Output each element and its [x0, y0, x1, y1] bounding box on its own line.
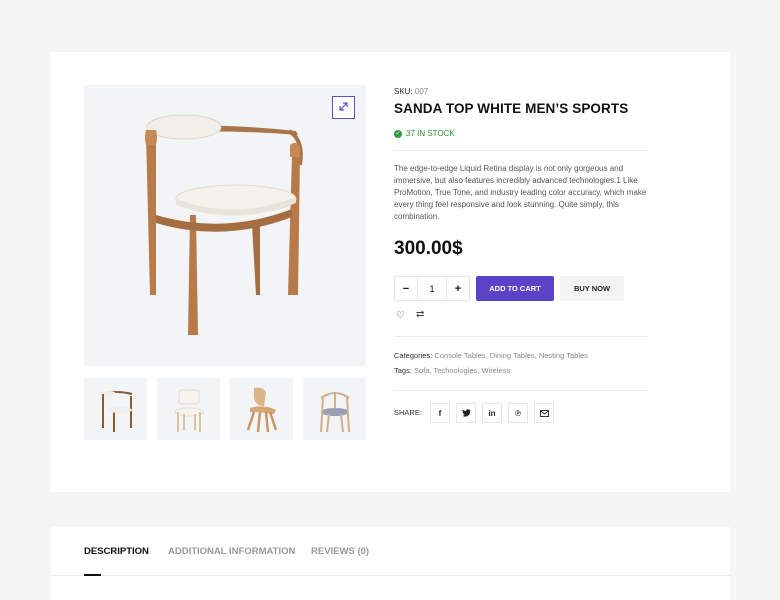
thumbnail-4[interactable]	[303, 378, 366, 440]
thumbnail-2[interactable]	[157, 378, 220, 440]
tab-reviews[interactable]: REVIEWS (0)	[311, 546, 369, 557]
compare-icon[interactable]: ⇄	[416, 309, 424, 320]
chair-thumb-white	[174, 389, 203, 432]
wishlist-icon[interactable]: ♡	[396, 310, 405, 321]
active-tab-indicator	[84, 574, 101, 576]
divider	[394, 390, 648, 391]
categories-row: Categories: Console Tables, Dining Table…	[394, 351, 588, 360]
sku-label: SKU:	[394, 87, 413, 96]
tabs-divider	[51, 575, 730, 576]
email-icon[interactable]	[534, 403, 554, 423]
tag-link[interactable]: Technologies	[434, 366, 478, 375]
chair-image	[145, 114, 303, 335]
chair-thumb-wishbone	[319, 392, 350, 433]
thumbnail-1[interactable]	[84, 378, 147, 440]
product-price: 300.00$	[394, 238, 463, 259]
thumbnail-3[interactable]	[230, 378, 293, 440]
facebook-icon[interactable]: f	[430, 403, 450, 423]
product-description: The edge-to-edge Liquid Retina display i…	[394, 164, 647, 221]
sku: SKU: 007	[394, 87, 428, 96]
tags-row: Tags: Sofa, Technologies, Wireless	[394, 366, 511, 375]
add-to-cart-button[interactable]: ADD TO CART	[476, 276, 554, 301]
category-link[interactable]: Dining Tables	[490, 351, 535, 360]
main-product-image[interactable]	[84, 85, 366, 366]
pinterest-icon[interactable]: ℗	[508, 403, 528, 423]
divider	[394, 150, 648, 151]
expand-icon	[338, 99, 349, 117]
tag-link[interactable]: Sofa	[414, 366, 429, 375]
stock-text: 37 IN STOCK	[406, 129, 455, 138]
tab-description[interactable]: DESCRIPTION	[84, 546, 149, 557]
quantity-increase-button[interactable]: +	[447, 277, 469, 300]
category-link[interactable]: Console Tables	[434, 351, 485, 360]
quantity-decrease-button[interactable]: −	[395, 277, 417, 300]
stock-status: ✓ 37 IN STOCK	[394, 129, 455, 138]
tabs-panel	[51, 527, 730, 600]
category-link[interactable]: Nesting Tables	[539, 351, 588, 360]
categories-label: Categories:	[394, 351, 433, 360]
check-circle-icon: ✓	[394, 129, 402, 138]
buy-now-button[interactable]: BUY NOW	[560, 276, 624, 301]
tags-label: Tags:	[394, 366, 412, 375]
chair-thumb-plywood	[246, 387, 277, 433]
chair-thumb-brown	[101, 391, 132, 432]
share-buttons: f in ℗	[430, 403, 554, 423]
divider	[394, 336, 648, 337]
share-label: SHARE:	[394, 408, 422, 417]
quantity-stepper: − 1 +	[394, 276, 470, 301]
product-title: SANDA TOP WHITE MEN’S SPORTS	[394, 101, 629, 116]
thumbnail-strip	[84, 378, 366, 440]
sku-value: 007	[414, 87, 429, 96]
tag-link[interactable]: Wireless	[481, 366, 510, 375]
quantity-input[interactable]: 1	[417, 277, 447, 300]
linkedin-icon[interactable]: in	[482, 403, 502, 423]
twitter-icon[interactable]	[456, 403, 476, 423]
tab-additional-information[interactable]: ADDITIONAL INFORMATION	[168, 546, 295, 557]
zoom-button[interactable]	[332, 96, 355, 119]
